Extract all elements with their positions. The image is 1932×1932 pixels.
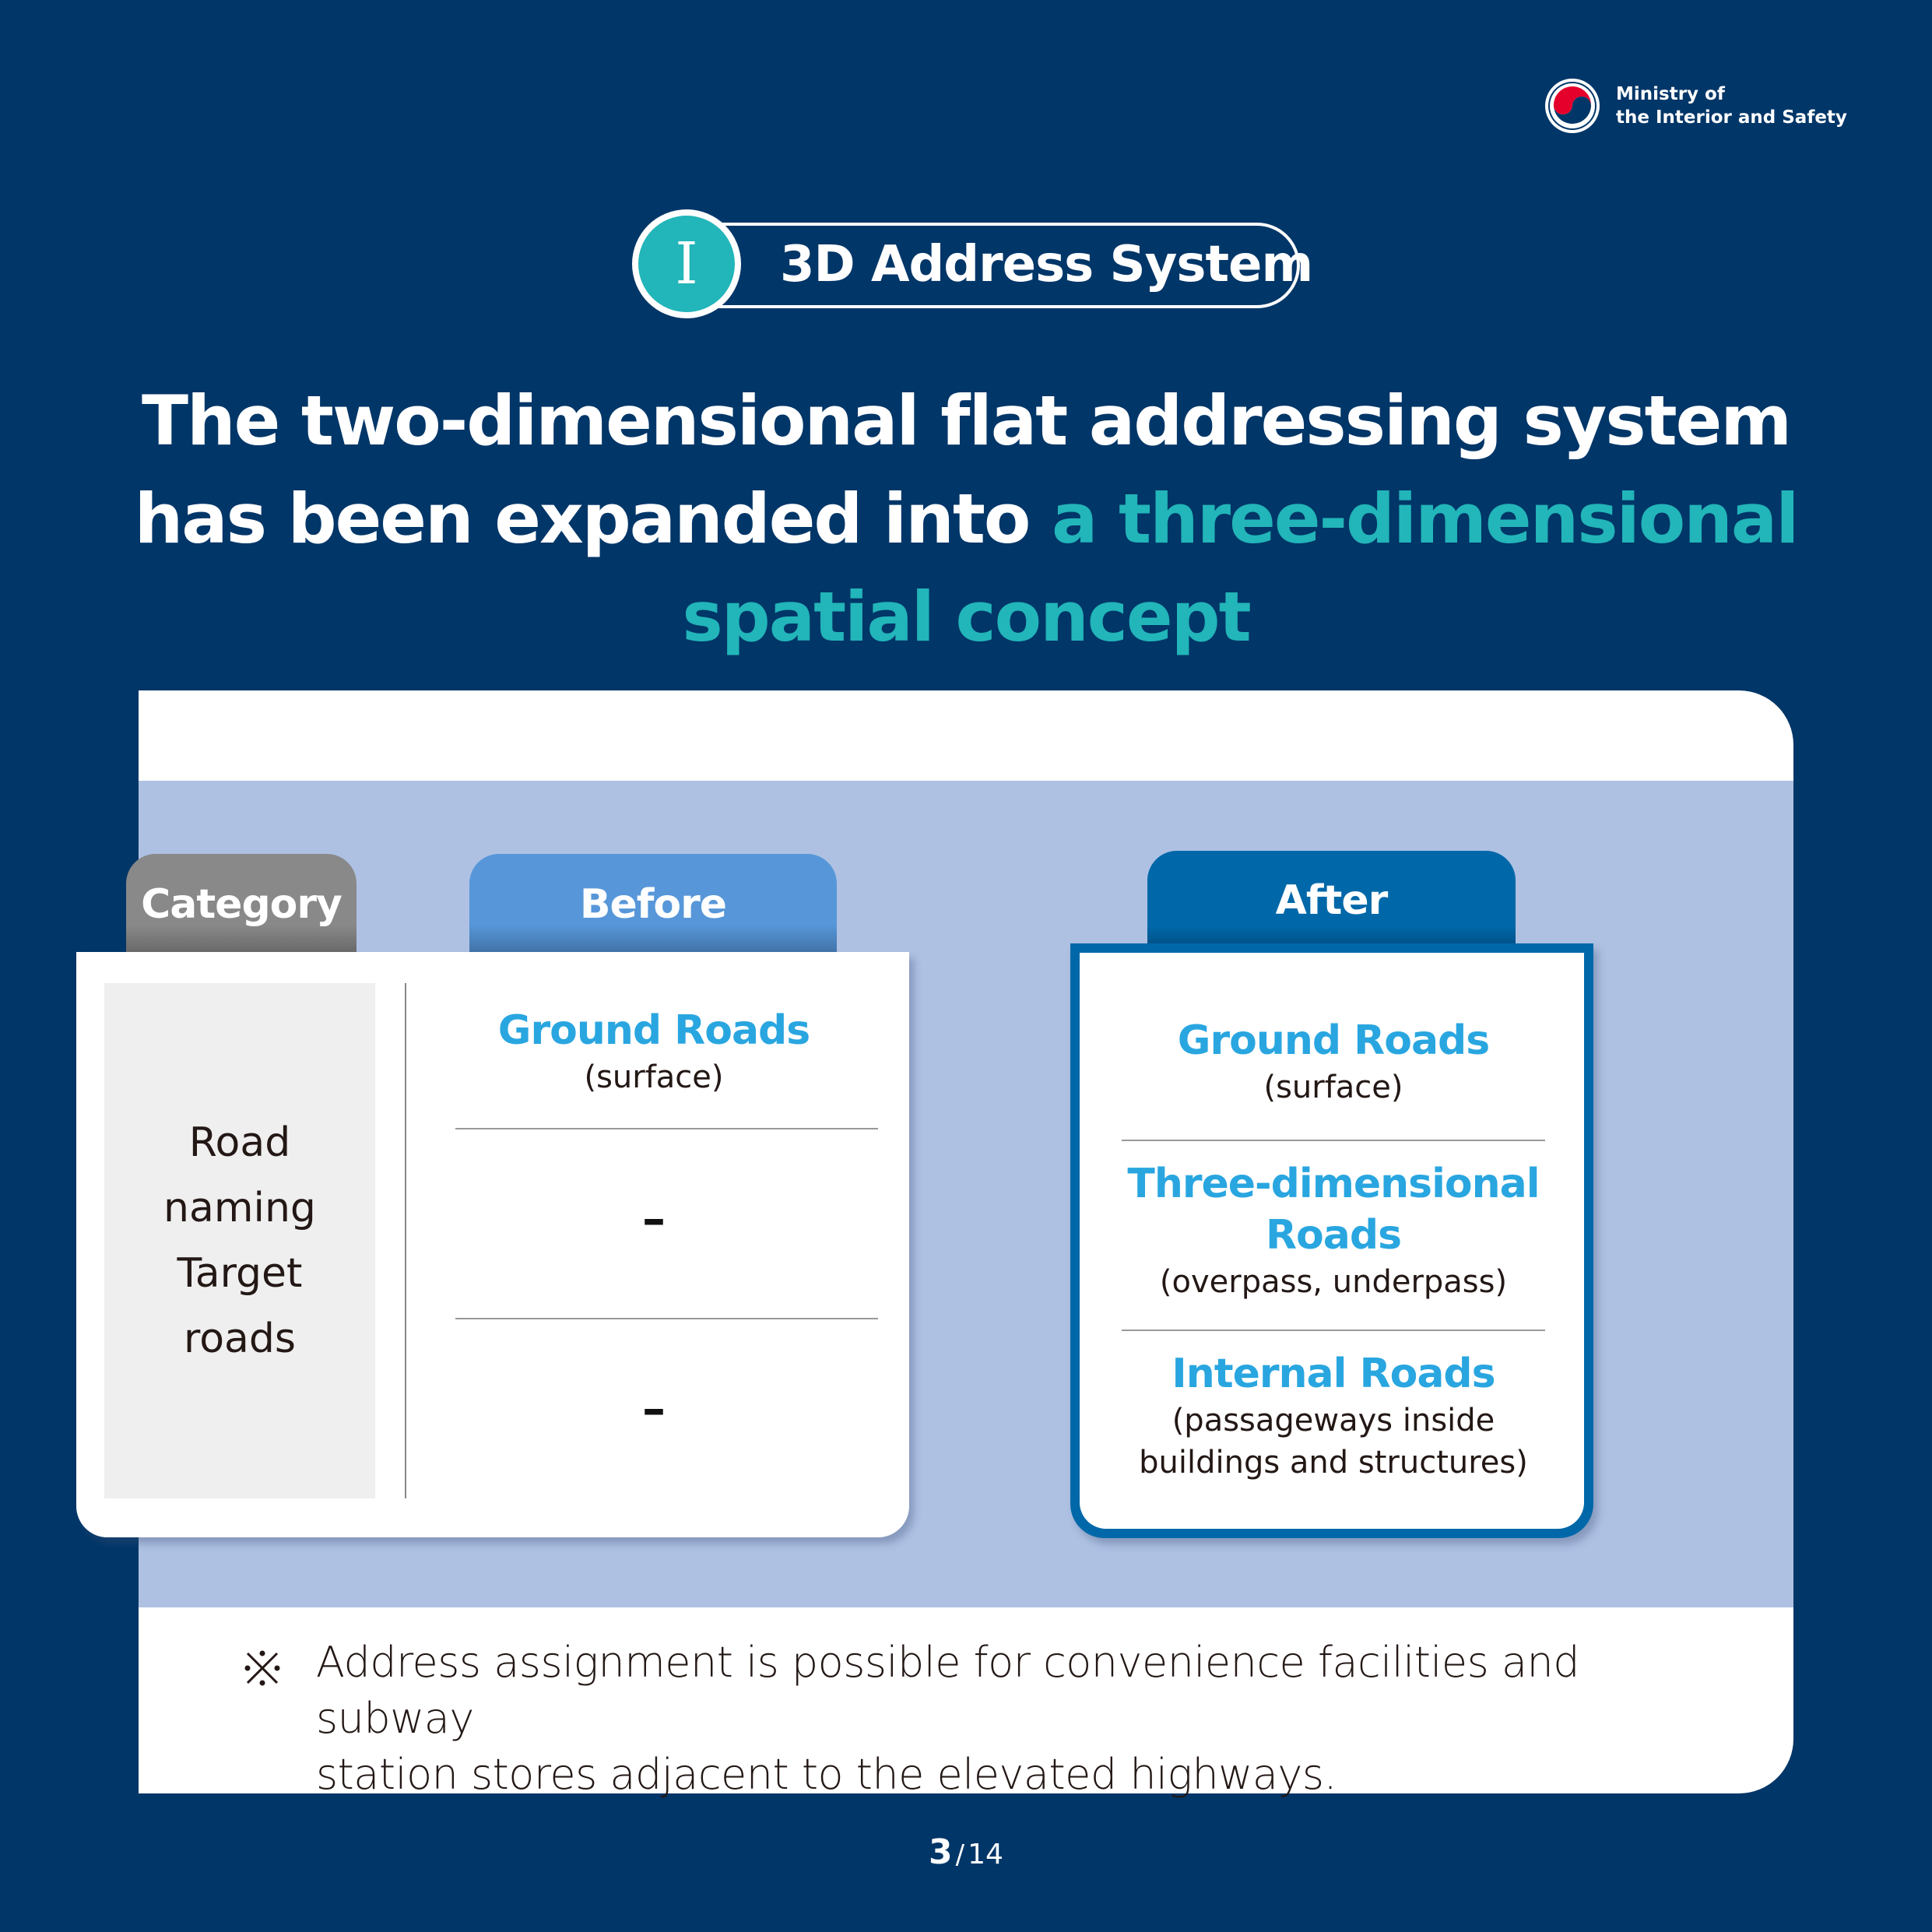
headline-line1: The two-dimensional flat addressing syst… <box>141 381 1792 461</box>
page-indicator: 3/14 <box>0 1832 1932 1872</box>
footnote: Address assignment is possible for conve… <box>316 1635 1741 1803</box>
after-row-3d: Three-dimensional Roads (overpass, under… <box>1122 1141 1545 1330</box>
after-row-internal: Internal Roads (passageways inside build… <box>1122 1331 1545 1484</box>
category-cell: Road naming Target roads <box>104 983 375 1498</box>
section-number: I <box>638 216 735 312</box>
road-title: Ground Roads <box>1177 1017 1490 1064</box>
category-line: roads <box>183 1316 296 1362</box>
section-title: 3D Address System <box>780 236 1313 293</box>
tab-category-label: Category <box>141 881 342 928</box>
before-row-3d-empty: – <box>642 1192 666 1246</box>
before-row-internal-empty: – <box>642 1382 666 1436</box>
headline-line2: has been expanded into a three-dimension… <box>0 470 1932 568</box>
road-subtitle: buildings and structures) <box>1139 1445 1528 1481</box>
after-row-ground: Ground Roads (surface) <box>1122 953 1545 1140</box>
road-subtitle: (passageways inside <box>1171 1403 1495 1438</box>
headline-line3-highlight: spatial concept <box>682 577 1251 657</box>
road-title: Three-dimensional <box>1127 1161 1540 1207</box>
section-number-badge: I <box>632 209 741 318</box>
road-subtitle: (surface) <box>584 1059 724 1095</box>
tab-category: Category <box>126 854 357 955</box>
after-table: Ground Roads (surface) Three-dimensional… <box>1070 943 1593 1538</box>
column-divider <box>405 983 406 1498</box>
category-line: Target <box>177 1250 303 1297</box>
taegeuk-emblem-icon <box>1545 79 1600 133</box>
footnote-line1: Address assignment is possible for conve… <box>316 1638 1580 1743</box>
ministry-name-line1: Ministry of <box>1616 84 1725 104</box>
ministry-name: Ministry of the Interior and Safety <box>1616 83 1847 129</box>
road-title: Ground Roads <box>497 1007 810 1054</box>
before-column: Ground Roads (surface) – – <box>440 952 878 1498</box>
tab-before: Before <box>469 854 837 955</box>
tab-after: After <box>1147 851 1516 950</box>
footnote-line2: station stores adjacent to the elevated … <box>316 1750 1337 1799</box>
headline-line2-highlight: a three-dimensional <box>1052 479 1799 559</box>
headline-line2-plain: has been expanded into <box>134 479 1052 559</box>
category-line: naming <box>163 1185 316 1231</box>
headline: The two-dimensional flat addressing syst… <box>0 372 1932 666</box>
before-table: Road naming Target roads Ground Roads (s… <box>76 952 909 1537</box>
category-line: Road <box>188 1119 291 1166</box>
page-total: 14 <box>968 1839 1003 1871</box>
road-subtitle: (surface) <box>1263 1070 1403 1105</box>
road-subtitle: (overpass, underpass) <box>1159 1264 1508 1300</box>
road-title: Roads <box>1265 1212 1402 1259</box>
page-separator: / <box>955 1839 965 1871</box>
after-table-inner: Ground Roads (surface) Three-dimensional… <box>1080 953 1584 1529</box>
tab-before-label: Before <box>579 881 727 928</box>
tab-after-label: After <box>1275 877 1389 924</box>
before-row-ground: Ground Roads (surface) <box>440 952 868 1139</box>
page-current: 3 <box>929 1832 953 1872</box>
road-title: Internal Roads <box>1171 1351 1495 1397</box>
reference-mark-icon <box>244 1650 280 1686</box>
after-column: Ground Roads (surface) Three-dimensional… <box>1122 953 1545 1484</box>
ministry-name-line2: the Interior and Safety <box>1616 107 1847 128</box>
ministry-logo: Ministry of the Interior and Safety <box>1543 76 1847 135</box>
